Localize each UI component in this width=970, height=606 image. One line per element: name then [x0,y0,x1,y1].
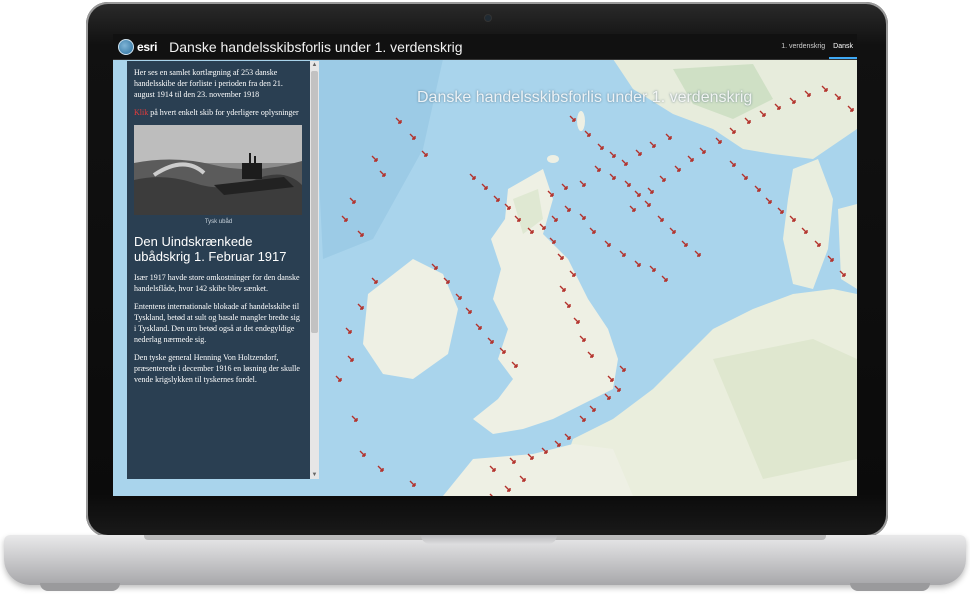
intro-text: Her ses en samlet kortlægning af 253 dan… [134,68,283,99]
logo-text: esri [137,39,158,54]
laptop-base [4,535,966,585]
klik-link[interactable]: Klik [134,108,148,117]
scroll-up-icon[interactable]: ▲ [310,61,319,69]
story-tabs: 1. verdenskrig Dansk [777,34,857,59]
uboat-photo[interactable] [134,125,302,215]
esri-globe-icon [118,38,134,55]
esri-logo[interactable]: esri [118,38,158,55]
section-heading: Den Uindskrænkede ubådskrig 1. Februar 1… [134,234,287,264]
paragraph-2: Ententens internationale blokade af hand… [134,302,300,344]
app-title: Danske handelsskibsforlis under 1. verde… [169,38,463,55]
klik-rest: på hvert enkelt skib for yderligere oply… [148,108,299,117]
scroll-down-icon[interactable]: ▼ [310,471,319,479]
laptop-foot-right [850,583,930,591]
laptop-foot-left [40,583,120,591]
panel-scrollbar[interactable]: ▲ ▼ [310,61,319,479]
side-panel[interactable]: Her ses en samlet kortlægning af 253 dan… [127,61,319,479]
trackpad-notch [421,535,557,544]
paragraph-3: Den tyske general Henning Von Holtzendor… [134,353,300,384]
camera-icon [485,15,491,21]
scroll-thumb[interactable] [311,71,318,333]
klik-instruction: Klik på hvert enkelt skib for yderligere… [134,107,303,118]
map-title: Danske handelsskibsforlis under 1. verde… [417,89,753,106]
paragraph-1: Især 1917 havde store omkostninger for d… [134,273,300,293]
app-screen: Danske handelsskibsforlis under 1. verde… [113,34,857,496]
photo-caption: Tysk ubåd [204,219,233,225]
tab-1-verdenskrig[interactable]: 1. verdenskrig [777,34,829,59]
tab-dansk[interactable]: Dansk [829,34,857,59]
app-header: esri Danske handelsskibsforlis under 1. … [113,34,857,60]
